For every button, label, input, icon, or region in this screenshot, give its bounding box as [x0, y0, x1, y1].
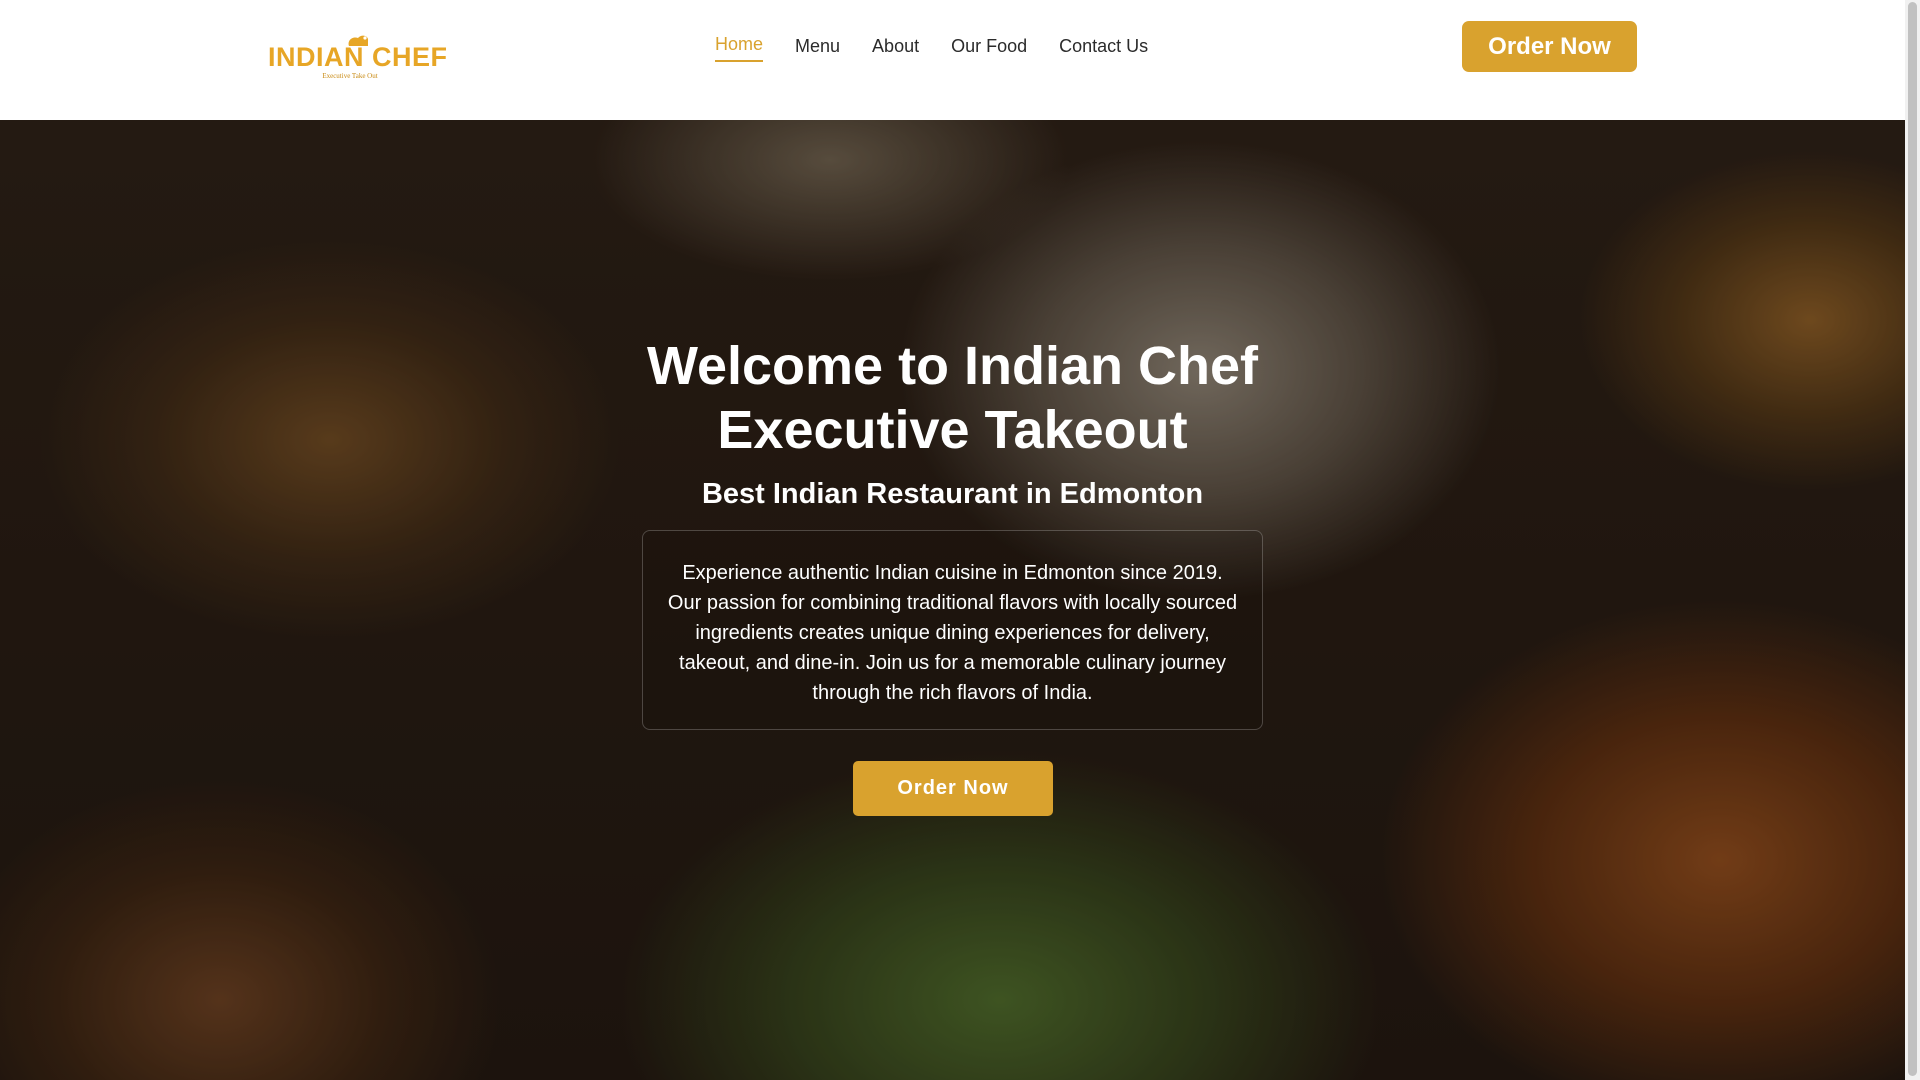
scrollbar-thumb[interactable]	[1908, 2, 1917, 1076]
nav-item-home[interactable]: Home	[715, 30, 764, 62]
hero-description: Experience authentic Indian cuisine in E…	[667, 562, 1238, 704]
logo-wordmark: INDIAN CHEF	[268, 42, 448, 72]
nav-item-menu[interactable]: Menu	[795, 30, 840, 62]
page: INDIAN CHEF Executive Take Out Home Menu…	[0, 0, 1920, 1080]
nav-item-contact-us[interactable]: Contact Us	[1059, 30, 1148, 62]
site-logo[interactable]: INDIAN CHEF Executive Take Out	[268, 34, 448, 80]
nav-item-about[interactable]: About	[872, 30, 919, 62]
page-scrollbar[interactable]	[1905, 0, 1920, 1080]
hero-title-line-1: Welcome to Indian Chef	[646, 336, 1259, 396]
hero-order-now-button[interactable]: Order Now	[853, 761, 1053, 816]
hero-title: Welcome to Indian Chef Executive Takeout	[560, 334, 1345, 462]
logo-tagline: Executive Take Out	[322, 72, 378, 80]
hero-title-line-2: Executive Takeout	[717, 400, 1188, 460]
hero-description-card: Experience authentic Indian cuisine in E…	[642, 530, 1263, 730]
site-header: INDIAN CHEF Executive Take Out Home Menu…	[0, 0, 1905, 120]
hero-section: Welcome to Indian Chef Executive Takeout…	[0, 120, 1905, 1080]
main-nav: Home Menu About Our Food Contact Us	[715, 30, 1180, 64]
hero-content: Welcome to Indian Chef Executive Takeout…	[0, 120, 1905, 1080]
hero-subtitle: Best Indian Restaurant in Edmonton	[701, 478, 1204, 510]
header-order-now-button[interactable]: Order Now	[1462, 21, 1637, 72]
nav-item-our-food[interactable]: Our Food	[951, 30, 1027, 62]
